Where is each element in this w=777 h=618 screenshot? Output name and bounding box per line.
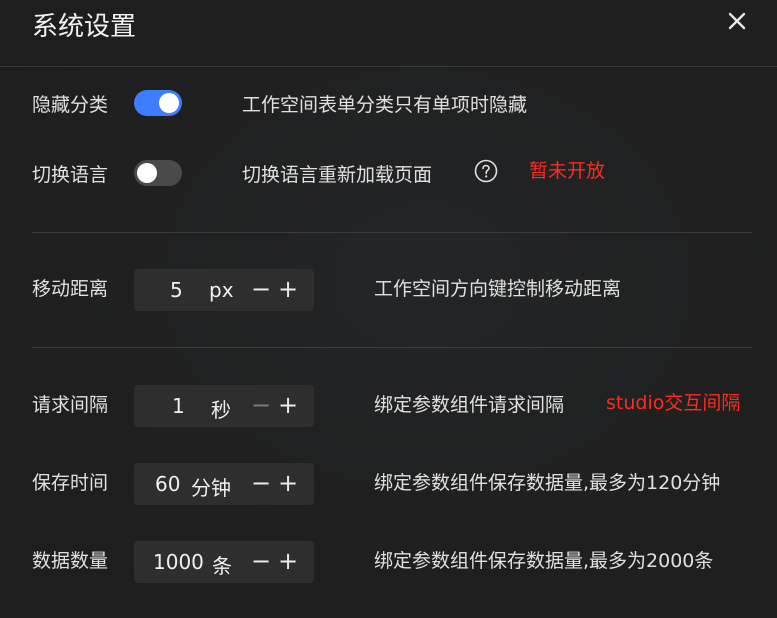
save-time-stepper[interactable]: 60 分钟 − + <box>134 463 314 505</box>
data-count-stepper[interactable]: 1000 条 − + <box>134 541 314 583</box>
stepper-value[interactable]: 1 <box>172 394 185 418</box>
hide-category-toggle[interactable] <box>134 90 182 116</box>
increment-button[interactable]: + <box>277 470 299 496</box>
save-time-description: 绑定参数组件保存数据量,最多为120分钟 <box>374 472 721 494</box>
move-distance-description: 工作空间方向键控制移动距离 <box>374 278 622 300</box>
data-count-label: 数据数量 <box>32 550 109 572</box>
increment-button[interactable]: + <box>277 548 299 574</box>
decrement-button[interactable]: − <box>250 470 272 496</box>
hide-category-label: 隐藏分类 <box>32 94 109 116</box>
move-distance-label: 移动距离 <box>32 278 109 300</box>
switch-language-label: 切换语言 <box>32 164 109 186</box>
decrement-button[interactable]: − <box>250 392 272 418</box>
toggle-knob <box>137 163 157 183</box>
toggle-knob <box>159 93 179 113</box>
switch-language-description: 切换语言重新加载页面 <box>242 164 433 186</box>
decrement-button[interactable]: − <box>250 548 272 574</box>
save-time-label: 保存时间 <box>32 472 109 494</box>
switch-language-note: 暂未开放 <box>529 160 606 182</box>
increment-button[interactable]: + <box>277 276 299 302</box>
stepper-value[interactable]: 1000 <box>153 550 204 574</box>
stepper-unit: 秒 <box>211 398 231 422</box>
request-interval-description: 绑定参数组件请求间隔 <box>374 394 565 416</box>
question-circle-icon[interactable] <box>474 159 498 183</box>
hide-category-description: 工作空间表单分类只有单项时隐藏 <box>242 94 528 116</box>
stepper-unit: 条 <box>212 554 232 578</box>
dialog-title: 系统设置 <box>32 12 137 42</box>
increment-button[interactable]: + <box>277 392 299 418</box>
switch-language-toggle[interactable] <box>134 160 182 186</box>
stepper-value[interactable]: 5 <box>170 278 183 302</box>
decrement-button[interactable]: − <box>250 276 272 302</box>
dialog-header: 系统设置 <box>0 0 777 67</box>
data-count-description: 绑定参数组件保存数据量,最多为2000条 <box>374 550 714 572</box>
settings-dialog: 系统设置 隐藏分类 工作空间表单分类只有单项时隐藏 切换语言 切换语言重新加载页… <box>0 0 777 618</box>
divider <box>32 232 752 233</box>
request-interval-label: 请求间隔 <box>32 394 109 416</box>
stepper-unit: px <box>209 278 234 302</box>
stepper-unit: 分钟 <box>191 476 231 500</box>
move-distance-stepper[interactable]: 5 px − + <box>134 269 314 311</box>
close-icon[interactable] <box>726 10 748 32</box>
request-interval-stepper[interactable]: 1 秒 − + <box>134 385 314 427</box>
request-interval-note: studio交互间隔 <box>606 392 741 414</box>
divider <box>32 347 752 348</box>
stepper-value[interactable]: 60 <box>155 472 180 496</box>
